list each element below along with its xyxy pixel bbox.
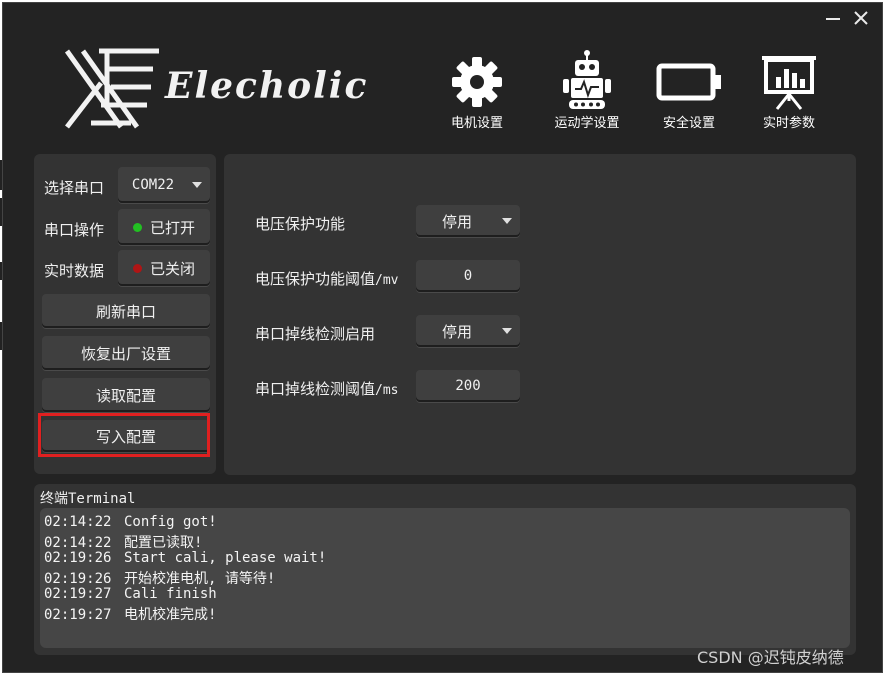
serial-control-panel: 选择串口 COM22 串口操作 已打开 实时数据 已关闭 刷新串口 恢复出厂设置… [34,154,216,474]
logo-mark-icon [64,48,159,129]
refresh-port-button[interactable]: 刷新串口 [42,294,210,328]
factory-reset-button[interactable]: 恢复出厂设置 [42,336,210,370]
port-open-toggle-label: 已打开 [149,218,195,237]
chevron-down-icon [502,218,512,224]
read-config-label: 读取配置 [95,386,156,405]
app-window: Elecholic 电机设置 运动学设置 安全设置 实时参数 选择串口 COM2… [2,2,883,673]
refresh-port-label: 刷新串口 [95,302,156,321]
log-time: 02:19:27 [44,586,112,602]
voltage-threshold-input[interactable]: 0 [416,260,520,292]
terminal-title-en: Terminal [68,491,136,507]
close-button[interactable] [853,9,869,25]
nav-motor-settings[interactable]: 电机设置 [437,55,517,131]
log-time: 02:19:27 [44,607,112,623]
disconnect-threshold-text: 串口掉线检测阈值 [255,380,376,398]
port-select-label: 选择串口 [44,179,105,197]
log-line: 02:19:26 开始校准电机, 请等待! [44,568,275,588]
voltage-protect-select[interactable]: 停用 [416,205,520,237]
battery-icon [656,63,721,101]
voltage-threshold-label: 电压保护功能阈值/mv [255,268,399,289]
realtime-data-toggle-label: 已关闭 [149,259,195,278]
factory-reset-label: 恢复出厂设置 [80,344,171,363]
log-time: 02:19:26 [44,550,112,566]
log-message: 开始校准电机, 请等待! [124,571,276,587]
log-time: 02:14:22 [44,535,112,551]
nav-realtime-params[interactable]: 实时参数 [749,53,829,131]
voltage-protect-label: 电压保护功能 [255,215,346,233]
chevron-down-icon [502,328,512,334]
nav-label: 运动学设置 [554,116,620,131]
realtime-data-label: 实时数据 [44,262,105,280]
log-message: Cali finish [124,586,217,602]
nav-label: 安全设置 [662,116,715,131]
log-message: Config got! [124,514,217,530]
status-dot-icon [132,263,142,273]
voltage-threshold-text: 电压保护功能阈值 [255,270,376,288]
close-icon [854,11,868,25]
nav-label: 实时参数 [762,116,815,131]
terminal-title: 终端Terminal [40,488,135,508]
disconnect-threshold-label: 串口掉线检测阈值/ms [255,378,399,399]
disconnect-threshold-input[interactable]: 200 [416,370,520,402]
logo-text: Elecholic [165,65,369,107]
voltage-threshold-unit: /mv [375,273,399,288]
gear-icon [452,57,502,107]
realtime-data-toggle-button[interactable]: 已关闭 [118,250,210,286]
minimize-button[interactable] [825,9,841,25]
log-time: 02:14:22 [44,514,112,530]
watermark: CSDN @迟钝皮纳德 [697,648,844,667]
port-select[interactable]: COM22 [118,167,210,203]
nav-kinematics-settings[interactable]: 运动学设置 [547,49,627,131]
app-logo: Elecholic [61,47,366,133]
log-line: 02:19:27 电机校准完成! [44,604,216,624]
read-config-button[interactable]: 读取配置 [42,378,210,412]
nav-safety-settings[interactable]: 安全设置 [649,63,729,131]
log-message: 电机校准完成! [124,607,217,623]
log-line: 02:14:22 Config got! [44,514,217,530]
log-message: Start cali, please wait! [124,550,327,566]
disconnect-detect-value: 停用 [441,322,472,341]
disconnect-threshold-unit: /ms [375,383,399,398]
port-operation-label: 串口操作 [44,221,105,239]
log-line: 02:14:22 配置已读取! [44,532,202,552]
port-open-toggle-button[interactable]: 已打开 [118,209,210,245]
log-time: 02:19:26 [44,571,112,587]
terminal-title-cn: 终端 [40,491,68,507]
log-line: 02:19:26 Start cali, please wait! [44,550,326,566]
terminal-panel: 终端Terminal 02:14:22 Config got! 02:14:22 配… [34,484,856,655]
write-config-highlight [38,413,210,457]
chevron-down-icon [192,182,202,188]
port-select-value: COM22 [131,177,175,193]
robot-icon [563,50,611,109]
log-line: 02:19:27 Cali finish [44,586,217,602]
disconnect-detect-label: 串口掉线检测启用 [255,325,376,343]
terminal-log[interactable]: 02:14:22 Config got! 02:14:22 配置已读取! 02:19… [40,508,850,648]
status-dot-icon [132,222,142,232]
chart-board-icon [762,56,816,110]
disconnect-detect-select[interactable]: 停用 [416,315,520,347]
nav-label: 电机设置 [450,116,503,131]
safety-settings-panel: 电压保护功能 停用 电压保护功能阈值/mv 0 串口掉线检测启用 停用 串口掉线… [224,154,856,475]
voltage-protect-value: 停用 [441,212,472,231]
log-message: 配置已读取! [124,535,203,551]
